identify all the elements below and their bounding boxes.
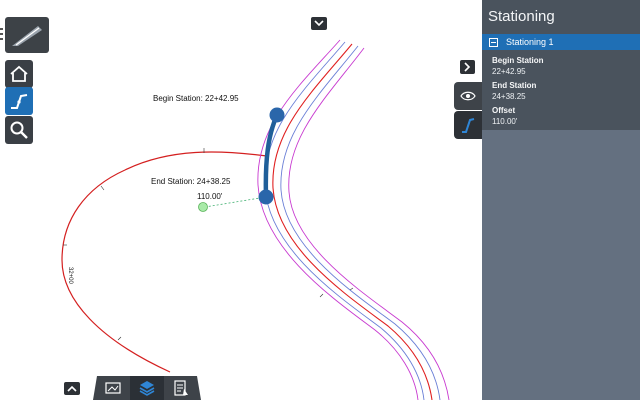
tab-report[interactable] [164,376,198,400]
road-model-button[interactable] [5,17,49,53]
begin-station-value[interactable]: 22+42.95 [492,66,640,78]
home-button[interactable] [5,60,33,88]
stationing-list-item[interactable]: Stationing 1 [482,34,640,50]
end-station-handle[interactable] [258,189,274,205]
panel-title: Stationing [482,0,640,34]
bottom-expand-button[interactable] [64,382,80,395]
alignment-icon [462,118,475,133]
begin-station-label: Begin Station [492,56,544,65]
road-edge-right [288,47,450,400]
image-icon [105,382,121,394]
end-station-value[interactable]: 24+38.25 [492,91,640,103]
road-centerline [272,43,433,400]
road-lane-left [264,41,425,400]
station-tick-label: 32+00 [67,267,73,285]
road-lane-right [280,45,441,400]
offset-annotation: 110.00' [197,192,223,201]
search-icon [10,121,28,139]
layers-icon [139,381,155,396]
begin-station-annotation: Begin Station: 22+42.95 [153,94,239,103]
alignment-button[interactable] [5,87,33,115]
stationing-panel: Stationing Stationing 1 Begin Station 22… [482,0,640,400]
eye-icon [460,91,476,101]
end-station-annotation: End Station: 24+38.25 [151,177,231,186]
offset-handle[interactable] [198,202,208,212]
panel-collapse-button[interactable] [460,60,475,74]
chevron-up-icon [67,385,77,392]
station-tick [117,336,122,341]
top-collapse-button[interactable] [311,17,327,30]
tab-layers[interactable] [130,376,164,400]
chevron-right-icon [464,62,471,72]
side-tab-visibility[interactable] [454,82,482,110]
side-tab-alignment[interactable] [454,111,482,139]
stationing-segment[interactable] [263,112,280,200]
offset-value[interactable]: 110.00' [492,116,640,128]
station-tick [100,185,105,191]
alignment-icon [11,94,28,109]
end-station-label: End Station [492,81,537,90]
stationing-properties: Begin Station 22+42.95 End Station 24+38… [482,50,640,130]
report-icon [174,380,188,396]
bottom-tab-bar [93,376,201,400]
stationing-item-label: Stationing 1 [506,37,554,47]
collapse-minus-icon[interactable] [489,37,498,47]
road-model-icon [12,26,42,46]
home-icon [10,65,28,82]
offset-label: Offset [492,106,516,115]
tab-images[interactable] [96,376,130,400]
chevron-down-icon [314,20,324,27]
begin-station-handle[interactable] [269,107,285,123]
toolbar-grip [0,27,3,41]
station-tick [319,293,324,298]
map-canvas[interactable]: 32+00 [0,0,482,400]
station-tick [349,287,354,291]
search-button[interactable] [5,116,33,144]
